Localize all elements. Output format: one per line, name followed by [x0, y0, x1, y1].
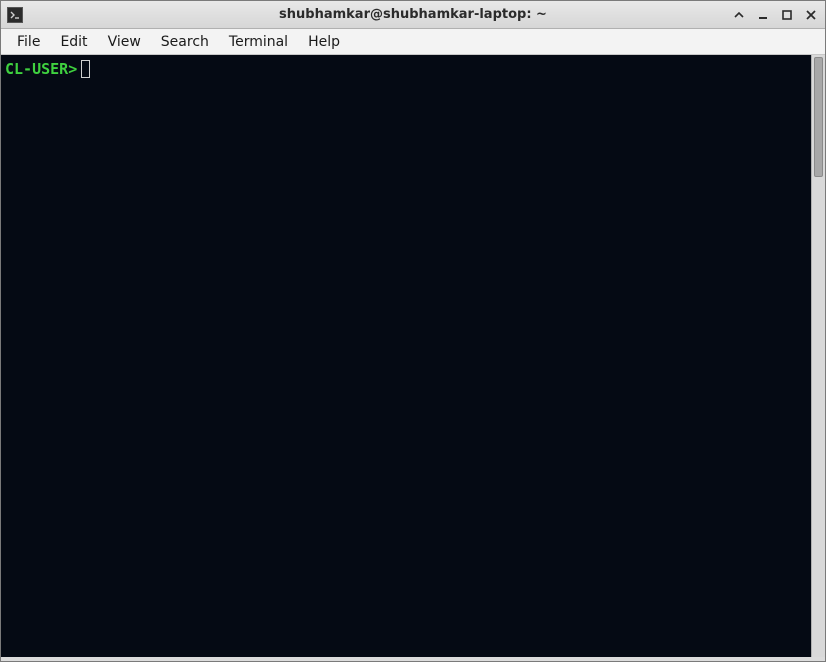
app-terminal-icon	[7, 7, 23, 23]
menu-view[interactable]: View	[98, 31, 151, 53]
menu-edit[interactable]: Edit	[50, 31, 97, 53]
window-title: shubhamkar@shubhamkar-laptop: ~	[1, 7, 825, 22]
close-button[interactable]	[803, 7, 819, 23]
menu-terminal[interactable]: Terminal	[219, 31, 298, 53]
window-bottom-border	[1, 657, 825, 661]
menu-file[interactable]: File	[7, 31, 50, 53]
menu-help[interactable]: Help	[298, 31, 350, 53]
vertical-scrollbar[interactable]	[811, 55, 825, 657]
terminal-area: CL-USER>	[1, 55, 825, 657]
scrollbar-thumb[interactable]	[814, 57, 823, 177]
window-controls	[731, 7, 819, 23]
terminal-window: shubhamkar@shubhamkar-laptop: ~ File Edi…	[0, 0, 826, 662]
terminal-content[interactable]: CL-USER>	[1, 55, 811, 657]
maximize-button[interactable]	[779, 7, 795, 23]
cursor-icon	[81, 60, 90, 78]
minimize-button[interactable]	[755, 7, 771, 23]
menubar: File Edit View Search Terminal Help	[1, 29, 825, 55]
menu-search[interactable]: Search	[151, 31, 219, 53]
rollup-button[interactable]	[731, 7, 747, 23]
titlebar[interactable]: shubhamkar@shubhamkar-laptop: ~	[1, 1, 825, 29]
repl-prompt: CL-USER>	[5, 60, 77, 78]
